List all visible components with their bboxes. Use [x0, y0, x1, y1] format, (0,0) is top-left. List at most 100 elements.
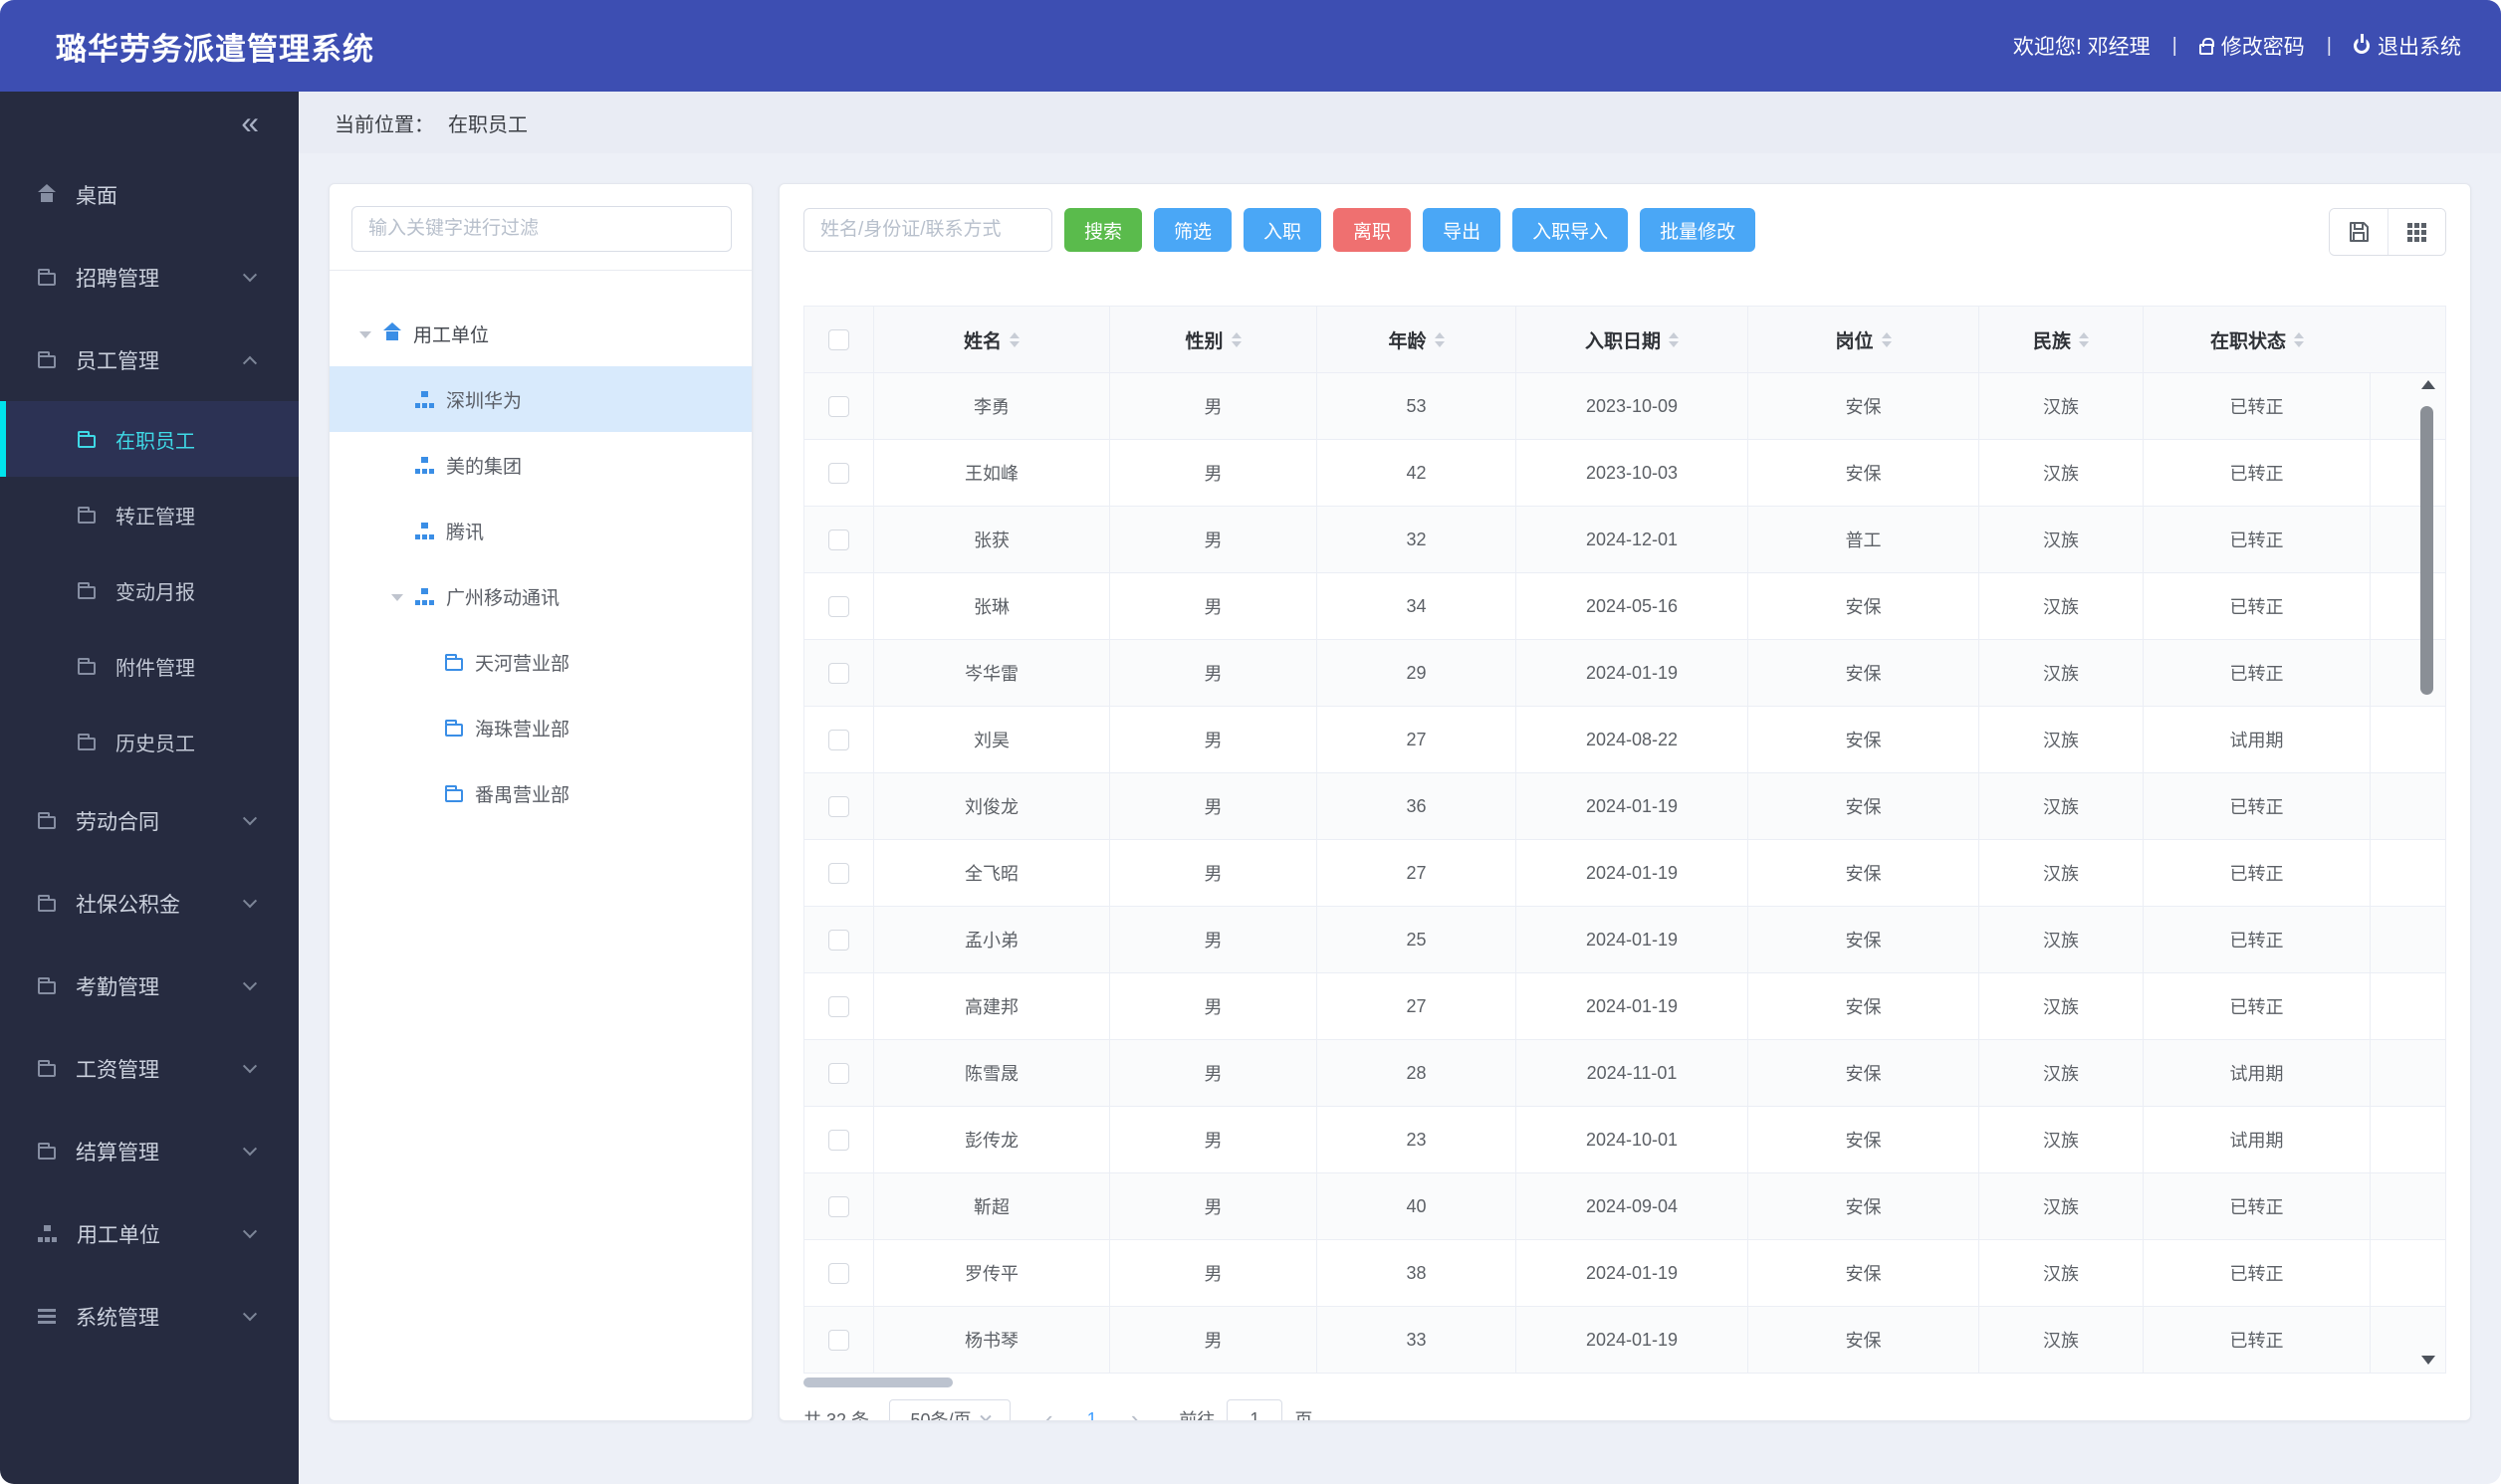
column-header[interactable]: 岗位	[1748, 307, 1979, 372]
current-page[interactable]: 1	[1087, 1409, 1097, 1421]
tree-node[interactable]: 美的集团	[330, 432, 752, 498]
tree-node[interactable]: 番禺营业部	[330, 760, 752, 826]
caret-icon[interactable]	[359, 322, 383, 344]
row-checkbox[interactable]	[828, 1329, 849, 1351]
scroll-up-arrow-icon[interactable]	[2421, 380, 2435, 389]
sidebar-item-label: 附件管理	[115, 657, 195, 680]
table-row[interactable]: 彭传龙 男 23 2024-10-01 安保 汉族 试用期	[804, 1107, 2445, 1173]
tree-node[interactable]: 广州移动通讯	[330, 563, 752, 629]
sidebar-item[interactable]: 劳动合同	[0, 779, 299, 862]
vertical-scrollbar-thumb[interactable]	[2420, 406, 2433, 695]
table-row[interactable]: 岑华雷 男 29 2024-01-19 安保 汉族 已转正	[804, 640, 2445, 707]
toolbar-button[interactable]: 入职	[1244, 208, 1322, 252]
row-checkbox[interactable]	[828, 929, 849, 951]
page-size-select[interactable]: 50条/页	[889, 1399, 1012, 1420]
table-row[interactable]: 杨书琴 男 33 2024-01-19 安保 汉族 已转正	[804, 1307, 2445, 1373]
sidebar-item[interactable]: 变动月报	[0, 552, 299, 628]
tree-node[interactable]: 海珠营业部	[330, 695, 752, 760]
column-settings-button[interactable]	[2387, 209, 2445, 255]
row-checkbox[interactable]	[828, 729, 849, 750]
table-row[interactable]: 张琳 男 34 2024-05-16 安保 汉族 已转正	[804, 573, 2445, 640]
row-checkbox[interactable]	[828, 795, 849, 817]
horizontal-scrollbar[interactable]	[803, 1378, 2446, 1387]
toolbar-button[interactable]: 批量修改	[1640, 208, 1756, 252]
save-columns-button[interactable]	[2330, 209, 2387, 255]
tree-node[interactable]: 天河营业部	[330, 629, 752, 695]
row-checkbox[interactable]	[828, 595, 849, 617]
sidebar-item[interactable]: 附件管理	[0, 628, 299, 704]
tree-node[interactable]: 用工单位	[330, 301, 752, 366]
select-all-checkbox[interactable]	[828, 328, 849, 350]
row-checkbox[interactable]	[828, 1129, 849, 1151]
column-header[interactable]: 性别	[1110, 307, 1317, 372]
sidebar-item[interactable]: 招聘管理	[0, 236, 299, 318]
sidebar-item[interactable]: 结算管理	[0, 1110, 299, 1192]
row-checkbox[interactable]	[828, 862, 849, 884]
cell-ethnicity: 汉族	[1979, 973, 2144, 1039]
employee-search-input[interactable]	[803, 208, 1052, 252]
sidebar-item[interactable]: 系统管理	[0, 1275, 299, 1358]
cell-name: 孟小弟	[874, 907, 1110, 972]
folder-icon	[38, 269, 56, 286]
org-icon	[415, 587, 434, 605]
scroll-down-arrow-icon[interactable]	[2421, 1356, 2435, 1365]
breadcrumb-current: 在职员工	[448, 113, 528, 136]
column-header[interactable]: 入职日期	[1516, 307, 1748, 372]
sidebar-item[interactable]: 在职员工	[0, 401, 299, 477]
toolbar-button[interactable]: 导出	[1423, 208, 1501, 252]
sidebar-item[interactable]: 桌面	[0, 153, 299, 236]
row-checkbox[interactable]	[828, 529, 849, 550]
table-row[interactable]: 刘昊 男 27 2024-08-22 安保 汉族 试用期	[804, 707, 2445, 773]
row-checkbox[interactable]	[828, 995, 849, 1017]
row-checkbox[interactable]	[828, 1062, 849, 1084]
tree-node[interactable]: 腾讯	[330, 498, 752, 563]
toolbar-button[interactable]: 离职	[1333, 208, 1412, 252]
table-row[interactable]: 陈雪晟 男 28 2024-11-01 安保 汉族 试用期	[804, 1040, 2445, 1107]
prev-page-button[interactable]: ‹	[1044, 1406, 1053, 1420]
horizontal-scrollbar-thumb[interactable]	[803, 1378, 953, 1387]
toolbar-button[interactable]: 搜索	[1064, 208, 1143, 252]
table-row[interactable]: 张获 男 32 2024-12-01 普工 汉族 已转正	[804, 507, 2445, 573]
chevron-icon	[242, 1223, 258, 1238]
row-checkbox[interactable]	[828, 1195, 849, 1217]
cell-hire-date: 2024-09-04	[1516, 1173, 1748, 1239]
sidebar-item[interactable]: 社保公积金	[0, 862, 299, 945]
sidebar-item[interactable]: 历史员工	[0, 704, 299, 779]
sidebar-item[interactable]: 员工管理	[0, 318, 299, 401]
column-header[interactable]: 年龄	[1317, 307, 1516, 372]
tree-node-label: 腾讯	[446, 522, 485, 543]
sidebar-item[interactable]: 转正管理	[0, 477, 299, 552]
table-row[interactable]: 高建邦 男 27 2024-01-19 安保 汉族 已转正	[804, 973, 2445, 1040]
cell-position: 安保	[1748, 1173, 1979, 1239]
caret-icon[interactable]	[391, 585, 415, 607]
column-header[interactable]: 姓名	[874, 307, 1110, 372]
table-row[interactable]: 靳超 男 40 2024-09-04 安保 汉族 已转正	[804, 1173, 2445, 1240]
table-row[interactable]: 刘俊龙 男 36 2024-01-19 安保 汉族 已转正	[804, 773, 2445, 840]
tree-node-label: 番禺营业部	[475, 784, 570, 806]
toolbar-button[interactable]: 筛选	[1154, 208, 1233, 252]
vertical-scrollbar[interactable]	[2419, 372, 2435, 1373]
table-row[interactable]: 孟小弟 男 25 2024-01-19 安保 汉族 已转正	[804, 907, 2445, 973]
tree-node[interactable]: 深圳华为	[330, 366, 752, 432]
column-header[interactable]: 在职状态	[2144, 307, 2371, 372]
table-row[interactable]: 李勇 男 53 2023-10-09 安保 汉族 已转正	[804, 373, 2445, 440]
table-row[interactable]: 罗传平 男 38 2024-01-19 安保 汉族 已转正	[804, 1240, 2445, 1307]
row-checkbox[interactable]	[828, 1262, 849, 1284]
sidebar-collapse-button[interactable]: «	[241, 106, 259, 138]
sidebar-item[interactable]: 工资管理	[0, 1027, 299, 1110]
toolbar-button[interactable]: 入职导入	[1512, 208, 1629, 252]
sidebar-item[interactable]: 考勤管理	[0, 945, 299, 1027]
tree-filter-input[interactable]	[351, 206, 732, 252]
row-checkbox[interactable]	[828, 462, 849, 484]
goto-page-input[interactable]	[1227, 1399, 1283, 1420]
cell-hire-date: 2023-10-03	[1516, 440, 1748, 506]
row-checkbox[interactable]	[828, 395, 849, 417]
logout-link[interactable]: 退出系统	[2354, 31, 2461, 61]
table-row[interactable]: 王如峰 男 42 2023-10-03 安保 汉族 已转正	[804, 440, 2445, 507]
column-header[interactable]: 民族	[1979, 307, 2144, 372]
sidebar-item[interactable]: 用工单位	[0, 1192, 299, 1275]
change-password-link[interactable]: 修改密码	[2198, 31, 2305, 61]
table-row[interactable]: 全飞昭 男 27 2024-01-19 安保 汉族 已转正	[804, 840, 2445, 907]
next-page-button[interactable]: ›	[1131, 1406, 1140, 1420]
row-checkbox[interactable]	[828, 662, 849, 684]
